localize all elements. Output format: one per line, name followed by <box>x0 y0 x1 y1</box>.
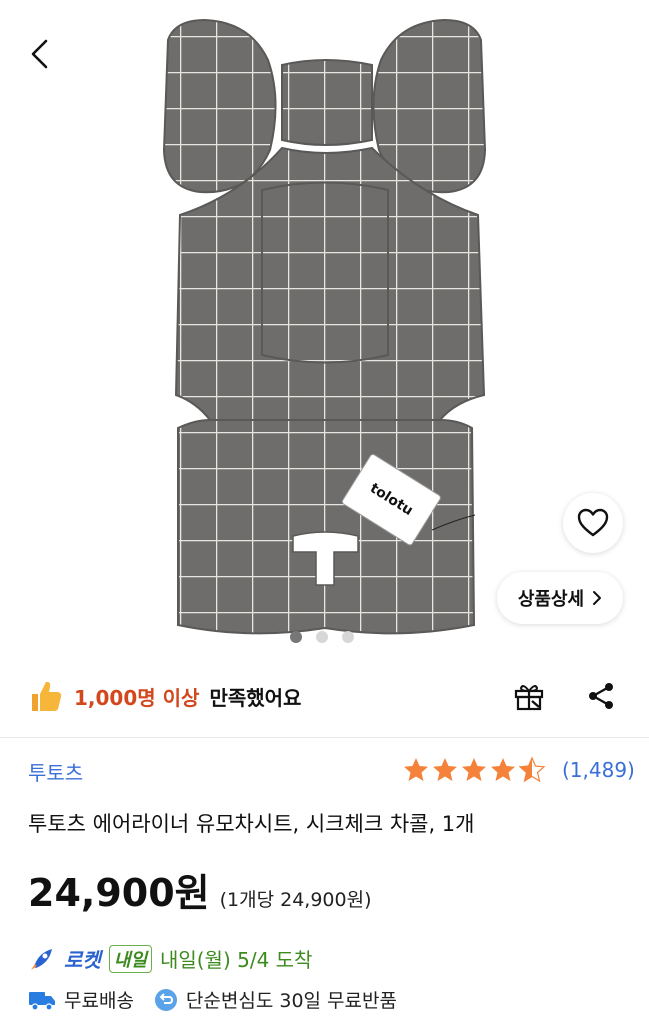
rocket-delivery-row: 로켓 내일 내일(월) 5/4 도착 <box>28 944 312 973</box>
free-shipping-text: 무료배송 <box>64 990 134 1012</box>
product-detail-label: 상품상세 <box>517 589 585 610</box>
page-dot-3[interactable] <box>342 631 354 643</box>
rocket-icon <box>31 948 52 970</box>
tomorrow-badge: 내일 <box>108 944 152 973</box>
shipping-return-row: 무료배송 단순변심도 30일 무료반품 <box>28 986 397 1013</box>
section-divider <box>0 737 649 738</box>
gift-button[interactable] <box>509 676 549 716</box>
star-icon <box>462 758 486 781</box>
heart-icon <box>577 508 609 537</box>
unit-price: (1개당 24,900원) <box>219 889 372 911</box>
chevron-left-icon <box>31 39 48 69</box>
star-icon <box>404 758 428 781</box>
star-icon <box>491 758 515 781</box>
product-title: 투토츠 에어라이너 유모차시트, 시크체크 차콜, 1개 <box>28 812 475 836</box>
rating-summary[interactable]: (1,489) <box>402 756 635 784</box>
product-image: tolotu <box>162 18 487 635</box>
share-button[interactable] <box>581 676 621 716</box>
page-dot-1[interactable] <box>290 631 302 643</box>
share-icon <box>589 683 613 709</box>
satisfaction-text: 만족했어요 <box>209 685 302 710</box>
star-rating <box>402 756 550 784</box>
return-icon <box>154 988 177 1011</box>
half-star-icon <box>518 756 546 783</box>
star-icon <box>433 758 457 781</box>
product-price: 24,900원 <box>28 871 210 915</box>
truck-icon <box>29 991 55 1011</box>
satisfaction-banner: 1,000명 이상 만족했어요 <box>28 674 301 718</box>
product-detail-button[interactable]: 상품상세 <box>497 572 623 624</box>
gift-icon <box>514 685 544 711</box>
arrival-date: 내일(월) 5/4 도착 <box>159 948 313 972</box>
brand-link[interactable]: 투토츠 <box>28 757 83 786</box>
review-count: (1,489) <box>562 758 635 782</box>
back-button[interactable] <box>20 34 60 74</box>
rocket-label: 로켓 <box>64 948 101 972</box>
gallery-pagination <box>290 631 354 643</box>
thumbs-up-icon <box>32 681 62 711</box>
wishlist-button[interactable] <box>563 493 623 553</box>
chevron-right-icon <box>593 591 602 605</box>
page-dot-2[interactable] <box>316 631 328 643</box>
return-policy-text: 단순변심도 30일 무료반품 <box>185 990 397 1012</box>
satisfaction-count: 1,000명 이상 <box>74 685 200 710</box>
product-gallery[interactable]: tolotu 상품상세 <box>0 0 649 650</box>
price-row: 24,900원 (1개당 24,900원) <box>28 862 371 917</box>
